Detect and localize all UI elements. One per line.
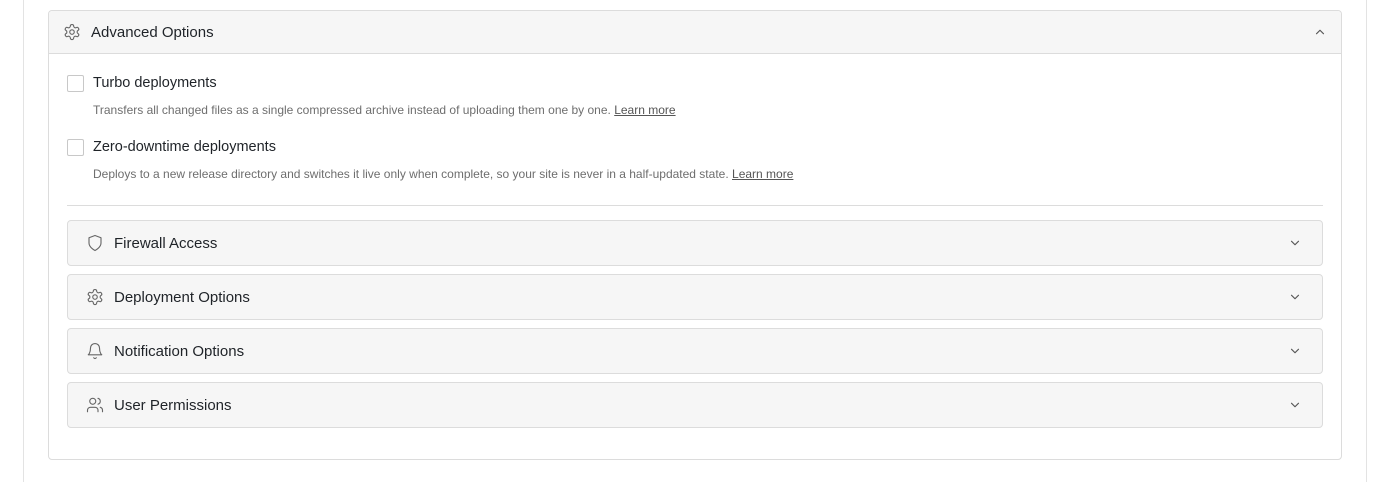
advanced-options-header[interactable]: Advanced Options <box>49 11 1341 54</box>
turbo-deployments-checkbox[interactable] <box>67 74 84 92</box>
notification-options-title: Notification Options <box>114 342 245 360</box>
turbo-deployments-label[interactable]: Turbo deployments <box>93 75 217 91</box>
gear-icon <box>86 288 104 306</box>
users-icon <box>86 396 104 414</box>
chevron-down-icon[interactable] <box>1288 290 1302 304</box>
chevron-down-icon[interactable] <box>1288 398 1302 412</box>
advanced-options-body: Turbo deployments Transfers all changed … <box>49 54 1341 428</box>
deployment-options-section[interactable]: Deployment Options <box>67 274 1323 320</box>
chevron-down-icon[interactable] <box>1288 236 1302 250</box>
gear-icon <box>63 23 81 41</box>
turbo-deployments-description: Transfers all changed files as a single … <box>93 102 1323 118</box>
chevron-down-icon[interactable] <box>1288 344 1302 358</box>
turbo-deployments-option: Turbo deployments Transfers all changed … <box>67 73 1323 118</box>
zero-downtime-option: Zero-downtime deployments Deploys to a n… <box>67 137 1323 182</box>
notification-options-section[interactable]: Notification Options <box>67 328 1323 374</box>
deployment-options-title: Deployment Options <box>114 288 250 306</box>
zero-downtime-description: Deploys to a new release directory and s… <box>93 166 1323 182</box>
zero-downtime-checkbox[interactable] <box>67 138 84 156</box>
turbo-description-text: Transfers all changed files as a single … <box>93 103 611 117</box>
divider <box>67 205 1323 206</box>
user-permissions-section[interactable]: User Permissions <box>67 382 1323 428</box>
zero-downtime-learn-more-link[interactable]: Learn more <box>732 167 793 181</box>
chevron-up-icon[interactable] <box>1313 25 1327 39</box>
firewall-access-title: Firewall Access <box>114 234 218 252</box>
turbo-learn-more-link[interactable]: Learn more <box>614 103 675 117</box>
shield-icon <box>86 234 104 252</box>
user-permissions-title: User Permissions <box>114 396 232 414</box>
firewall-access-section[interactable]: Firewall Access <box>67 220 1323 266</box>
advanced-options-title: Advanced Options <box>91 23 214 41</box>
advanced-options-panel: Advanced Options Turbo deployments Trans… <box>48 10 1342 460</box>
zero-downtime-description-text: Deploys to a new release directory and s… <box>93 167 729 181</box>
zero-downtime-label[interactable]: Zero-downtime deployments <box>93 139 276 155</box>
bell-icon <box>86 342 104 360</box>
